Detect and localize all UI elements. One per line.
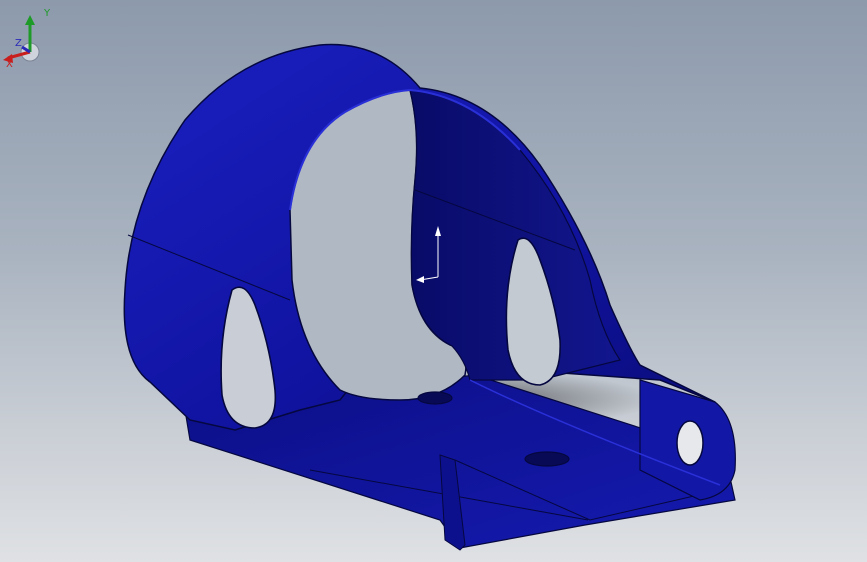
right-tab-hole[interactable] [676, 420, 704, 466]
base-hole-rear[interactable] [417, 391, 453, 405]
base-hole-front[interactable] [524, 451, 570, 467]
model-canvas[interactable] [0, 0, 867, 562]
bracket-part[interactable] [123, 43, 736, 551]
orientation-triad: Y Z X [3, 8, 51, 70]
triad-z-label: Z [15, 38, 22, 49]
triad-y-label: Y [43, 8, 51, 19]
graphics-viewport[interactable]: Y Z X [0, 0, 867, 562]
triad-x-label: X [6, 59, 13, 70]
